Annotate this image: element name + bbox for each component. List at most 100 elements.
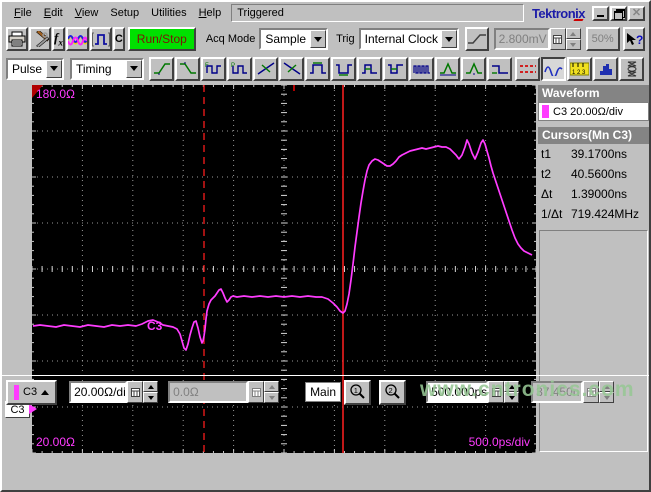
menubar: File Edit View Setup Utilities Help Trig… [2, 2, 649, 24]
negative-duty-icon [387, 63, 403, 74]
offset-level-icon [491, 64, 508, 74]
negative-duty-button[interactable] [383, 56, 408, 81]
peak-area-button[interactable] [461, 56, 486, 81]
bottom-control-bar: C3 20.00Ω/di 0.0Ω Main 1 2 500.000ps 37.… [2, 375, 649, 408]
waveform-button[interactable] [65, 27, 89, 51]
peak-area-icon [465, 61, 482, 75]
peak-button[interactable] [435, 56, 460, 81]
fall-time-icon [179, 61, 196, 74]
readout-dt: Δt 1.39000ns [541, 187, 628, 201]
setup-tools-button[interactable] [29, 27, 51, 51]
spin-down-icon[interactable] [143, 392, 159, 403]
keypad-button [549, 28, 566, 50]
app-window: File Edit View Setup Utilities Help Trig… [0, 0, 651, 492]
menu-file[interactable]: File [8, 5, 38, 21]
fx-icon: fx [54, 30, 63, 48]
trig-source-select[interactable]: Internal Clock [358, 28, 459, 50]
magnifier-1-icon: 1 [350, 383, 365, 399]
measurement-buttons: FP [149, 56, 513, 81]
main-toolbar: fx C Run/Stop Acq Mode Sample Trig Inter… [2, 24, 649, 54]
waveform-list-item[interactable]: C3 20.00Ω/div [538, 102, 649, 121]
rising-slope-icon [467, 34, 486, 44]
timebase-mode-field[interactable]: Main [305, 382, 342, 402]
period-icon: P [231, 63, 247, 74]
print-button[interactable] [6, 27, 28, 51]
spin-up-icon[interactable] [504, 381, 520, 392]
minimize-button[interactable] [592, 5, 609, 21]
cursors-header: Cursors(Mn C3) [538, 127, 649, 144]
zoom1-button[interactable]: 1 [344, 379, 372, 405]
chevron-down-icon[interactable] [310, 30, 327, 48]
zoom2-button[interactable]: 2 [379, 379, 407, 405]
trace-label: C3 [147, 319, 163, 333]
burst-width-button[interactable] [409, 56, 434, 81]
chevron-down-icon[interactable] [126, 59, 142, 78]
keypad-button[interactable] [127, 381, 144, 403]
channel-up-icon [41, 389, 50, 395]
run-stop-button[interactable]: Run/Stop [127, 27, 196, 51]
waveform-display-button[interactable] [541, 56, 566, 81]
spin-up-icon [565, 28, 581, 39]
math-button[interactable]: fx [52, 27, 65, 51]
pulse-define-button[interactable] [89, 27, 112, 51]
channel-select-button[interactable]: C3 [6, 379, 58, 405]
measure-category-select[interactable]: Pulse [6, 57, 64, 80]
vertical-scale-field[interactable]: 20.00Ω/di [69, 381, 128, 403]
negative-width-button[interactable] [331, 56, 356, 81]
acq-mode-select[interactable]: Sample [259, 28, 329, 50]
top-scale-label: 180.0Ω [36, 87, 75, 101]
measurement-readout-icon: 1 2 3 [570, 62, 589, 76]
positive-width-button[interactable] [305, 56, 330, 81]
falling-crossing-button[interactable] [279, 56, 304, 81]
tektronix-logo: Tektronix [532, 6, 591, 21]
time-scale-spinner[interactable] [504, 381, 520, 403]
chevron-down-icon[interactable] [46, 59, 62, 78]
positive-duty-button[interactable] [357, 56, 382, 81]
keypad-button[interactable] [488, 381, 505, 403]
readout-t1: t1 39.1700ns [541, 147, 628, 161]
trigger-slope-button[interactable] [464, 27, 489, 51]
menu-view[interactable]: View [69, 5, 105, 21]
measurement-readout-button[interactable]: 1 2 3 [567, 56, 592, 81]
offset-level-button[interactable] [487, 56, 512, 81]
spin-up-icon[interactable] [143, 381, 159, 392]
time-position-field: 37.450n [531, 381, 584, 403]
falling-crossing-icon [283, 61, 300, 75]
measure-type-select[interactable]: Timing [70, 57, 144, 80]
trigger-status: Triggered [231, 4, 524, 22]
fall-time-button[interactable] [175, 56, 200, 81]
rise-time-button[interactable] [149, 56, 174, 81]
menu-utilities[interactable]: Utilities [145, 5, 192, 21]
vertical-scale-spinner[interactable] [143, 381, 159, 403]
help-arrow-icon: ? [626, 32, 643, 47]
restore-button[interactable] [610, 5, 627, 21]
menu-edit[interactable]: Edit [38, 5, 69, 21]
rising-crossing-icon [257, 61, 274, 75]
spin-down-icon [264, 392, 280, 403]
frequency-button[interactable]: F [201, 56, 226, 81]
context-help-button[interactable]: ? [622, 27, 645, 51]
mask-test-button[interactable] [619, 56, 644, 81]
spin-down-icon[interactable] [504, 392, 520, 403]
minimize-icon [597, 14, 604, 17]
vertical-offset-field: 0.0Ω [168, 381, 249, 403]
timebase-scale-label: 500.0ps/div [469, 435, 530, 449]
keypad-icon [553, 34, 563, 44]
menu-setup[interactable]: Setup [104, 5, 145, 21]
restore-icon [614, 9, 625, 20]
svg-text:1 2 3: 1 2 3 [572, 70, 586, 76]
c-button[interactable]: C [112, 27, 125, 51]
mask-icon [627, 61, 636, 76]
rising-crossing-button[interactable] [253, 56, 278, 81]
period-button[interactable]: P [227, 56, 252, 81]
keypad-button [248, 381, 265, 403]
vertical-offset-spinner [264, 381, 280, 403]
histogram-button[interactable] [593, 56, 618, 81]
menu-help[interactable]: Help [193, 5, 228, 21]
time-scale-field[interactable]: 500.000ps [426, 381, 489, 403]
chevron-down-icon[interactable] [440, 30, 457, 48]
trace-color-swatch [542, 105, 549, 118]
waveform-display-icon [544, 65, 563, 76]
keypad-button [583, 381, 600, 403]
cursors-button[interactable] [515, 56, 540, 81]
